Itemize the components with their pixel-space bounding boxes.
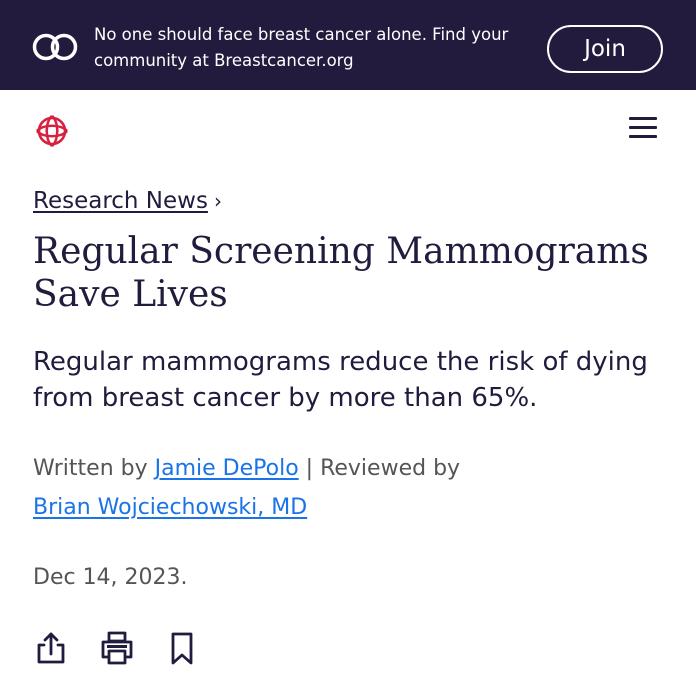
breastcancer-org-logo-icon[interactable] (33, 112, 71, 150)
breadcrumb-research-news-link[interactable]: Research News (33, 188, 208, 214)
article-subtitle: Regular mammograms reduce the risk of dy… (33, 347, 648, 413)
reviewed-by-label: | Reviewed by (305, 456, 461, 481)
bookmark-icon[interactable] (164, 630, 200, 666)
community-banner: No one should face breast cancer alone. … (0, 0, 696, 90)
join-button[interactable]: Join (547, 25, 663, 73)
breadcrumb: Research News › (33, 186, 222, 216)
written-by-label: Written by (33, 456, 148, 481)
print-icon[interactable] (99, 630, 135, 666)
page-title: Regular Screening Mammograms Save Lives (33, 231, 649, 315)
breadcrumb-separator: › (213, 189, 222, 213)
byline: Written by Jamie DePolo | Reviewed by Br… (33, 449, 673, 527)
community-logo-icon (32, 33, 78, 61)
hamburger-menu-icon[interactable] (629, 117, 657, 139)
publish-date: Dec 14, 2023. (33, 565, 188, 590)
author-link[interactable]: Jamie DePolo (155, 456, 299, 481)
reviewer-link[interactable]: Brian Wojciechowski, MD (33, 495, 307, 520)
banner-message: No one should face breast cancer alone. … (94, 25, 509, 70)
share-icon[interactable] (33, 630, 69, 666)
